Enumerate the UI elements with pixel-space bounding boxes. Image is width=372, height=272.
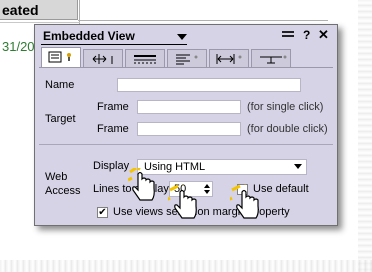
frame-label-double: Frame	[97, 123, 129, 135]
paragraph-icon	[176, 54, 198, 65]
section-divider	[39, 144, 333, 145]
display-dropdown[interactable]: Using HTML	[137, 159, 307, 175]
chevron-down-icon[interactable]	[177, 34, 187, 40]
close-icon[interactable]: ✕	[318, 27, 329, 43]
hide-when-icon	[260, 55, 287, 64]
margin-property-checkbox[interactable]: ✔	[97, 207, 108, 218]
tab-border[interactable]	[125, 49, 165, 67]
tab-hide[interactable]	[251, 49, 291, 67]
size-icon	[92, 54, 113, 64]
tab-paragraph[interactable]	[167, 49, 207, 67]
help-icon[interactable]: ?	[303, 28, 310, 42]
frame-double-input[interactable]	[137, 122, 241, 136]
web-access-label: Web	[45, 171, 68, 183]
tab-width[interactable]	[209, 49, 249, 67]
dialog-title: Embedded View	[43, 29, 135, 43]
grid-line	[0, 22, 80, 23]
tab-info[interactable]	[41, 47, 81, 67]
width-icon	[216, 54, 242, 64]
spinner-down-icon[interactable]	[204, 190, 210, 194]
target-label: Target	[45, 113, 76, 125]
grid-line	[78, 20, 328, 21]
hand-cursor-icon	[168, 184, 197, 219]
frame-label-single: Frame	[97, 101, 129, 113]
border-icon	[134, 55, 156, 64]
torn-edge-right	[358, 0, 372, 272]
hand-cursor-icon	[230, 184, 259, 219]
property-tabs	[39, 47, 333, 69]
double-click-hint: (for double click)	[247, 123, 328, 135]
name-label: Name	[45, 79, 75, 91]
single-click-hint: (for single click)	[247, 101, 324, 113]
display-label: Display	[93, 160, 130, 172]
spinner-up-icon[interactable]	[204, 184, 210, 188]
menu-icon[interactable]	[282, 31, 294, 37]
column-header-cell: eated	[0, 0, 78, 20]
tab-divider	[39, 67, 333, 68]
info-icon	[48, 51, 71, 63]
title-underline	[41, 44, 187, 45]
torn-edge-bottom	[0, 260, 372, 272]
hand-cursor-icon	[128, 168, 155, 201]
tab-size[interactable]	[83, 49, 123, 67]
frame-single-input[interactable]	[137, 100, 241, 114]
name-input[interactable]	[117, 78, 301, 92]
chevron-down-icon[interactable]	[294, 164, 302, 169]
web-access-label: Access	[45, 185, 81, 197]
title-bar[interactable]: Embedded View ? ✕	[35, 25, 337, 47]
